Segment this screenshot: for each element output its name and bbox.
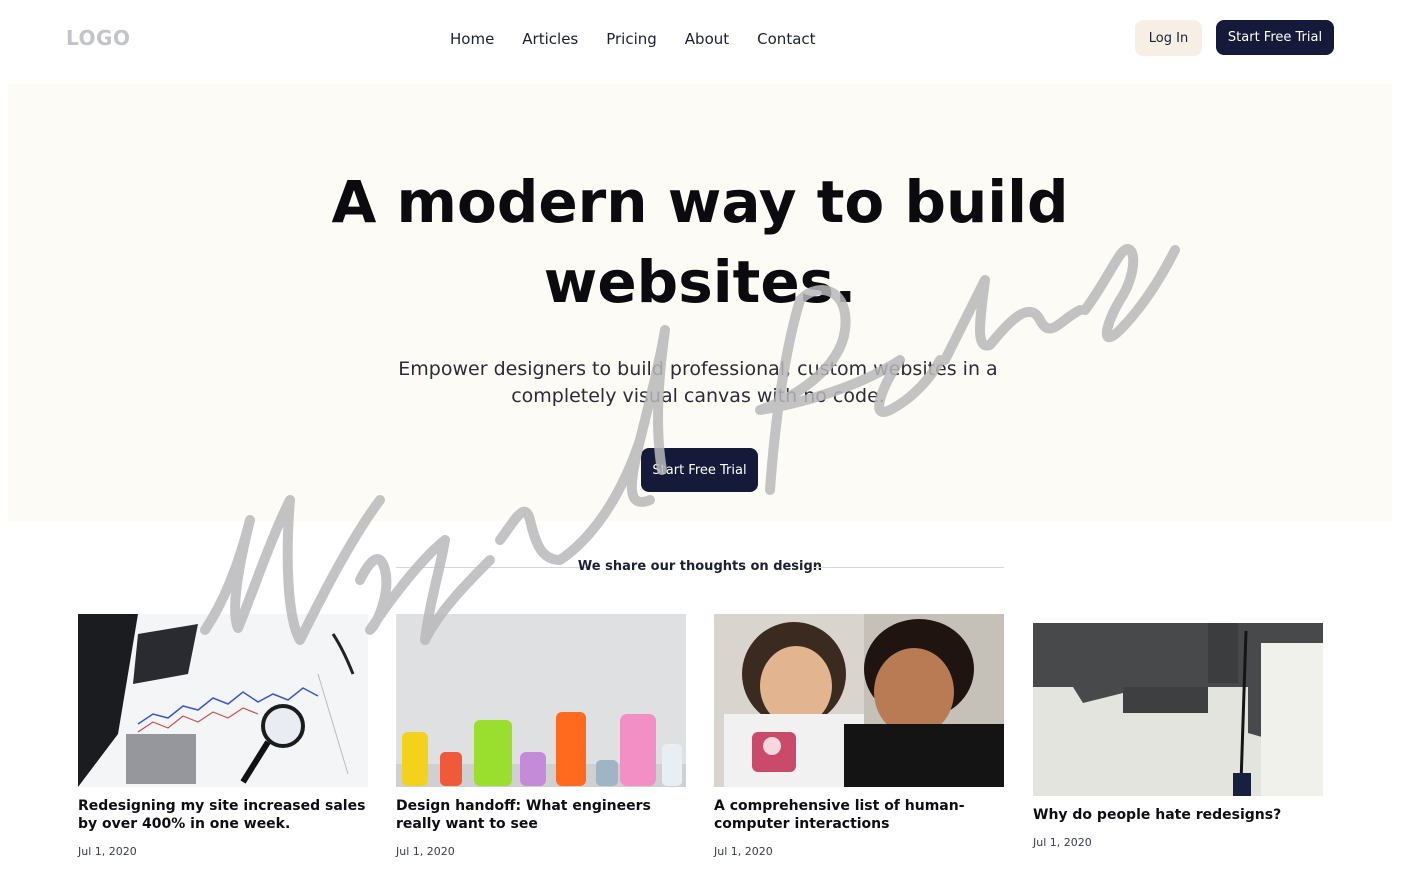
nav-contact[interactable]: Contact bbox=[757, 29, 815, 49]
start-trial-button-hero[interactable]: Start Free Trial bbox=[641, 448, 758, 492]
logo[interactable]: LOGO bbox=[66, 26, 130, 50]
article-date: Jul 1, 2020 bbox=[78, 845, 137, 858]
article-card-4[interactable]: Why do people hate redesigns? Jul 1, 202… bbox=[1033, 623, 1323, 849]
people-phone-photo[interactable] bbox=[714, 614, 1004, 787]
hero-subtitle: Empower designers to build professional,… bbox=[388, 356, 1008, 410]
article-title[interactable]: Redesigning my site increased sales by o… bbox=[78, 797, 368, 833]
hero-section: A modern way to build websites. Empower … bbox=[8, 84, 1392, 521]
divider-right bbox=[814, 567, 1004, 568]
hero-title-line-2: websites. bbox=[543, 248, 857, 316]
nav-pricing[interactable]: Pricing bbox=[606, 29, 657, 49]
nav-home[interactable]: Home bbox=[450, 29, 494, 49]
article-date: Jul 1, 2020 bbox=[1033, 836, 1092, 849]
article-card-3[interactable]: A comprehensive list of human-computer i… bbox=[714, 614, 1004, 858]
analytics-chart-photo[interactable] bbox=[78, 614, 368, 787]
main-nav: Home Articles Pricing About Contact bbox=[450, 29, 844, 49]
hero-title: A modern way to build websites. bbox=[8, 162, 1392, 322]
paint-roller-photo[interactable] bbox=[1033, 623, 1323, 796]
articles-section-heading: We share our thoughts on design bbox=[396, 558, 1004, 578]
article-date: Jul 1, 2020 bbox=[714, 845, 773, 858]
article-title[interactable]: Design handoff: What engineers really wa… bbox=[396, 797, 686, 833]
nav-articles[interactable]: Articles bbox=[522, 29, 578, 49]
start-trial-button-header[interactable]: Start Free Trial bbox=[1216, 20, 1334, 55]
article-title[interactable]: A comprehensive list of human-computer i… bbox=[714, 797, 1004, 833]
login-button[interactable]: Log In bbox=[1135, 20, 1202, 56]
nav-about[interactable]: About bbox=[685, 29, 729, 49]
hero-subtitle-line-2: completely visual canvas with no code. bbox=[511, 385, 885, 407]
hero-title-line-1: A modern way to build bbox=[331, 168, 1069, 236]
colorful-bottles-photo[interactable] bbox=[396, 614, 686, 787]
article-title[interactable]: Why do people hate redesigns? bbox=[1033, 806, 1323, 824]
article-card-1[interactable]: Redesigning my site increased sales by o… bbox=[78, 614, 368, 858]
site-header: LOGO Home Articles Pricing About Contact… bbox=[0, 0, 1414, 80]
hero-subtitle-line-1: Empower designers to build professional,… bbox=[398, 358, 998, 380]
article-date: Jul 1, 2020 bbox=[396, 845, 455, 858]
article-card-2[interactable]: Design handoff: What engineers really wa… bbox=[396, 614, 686, 858]
